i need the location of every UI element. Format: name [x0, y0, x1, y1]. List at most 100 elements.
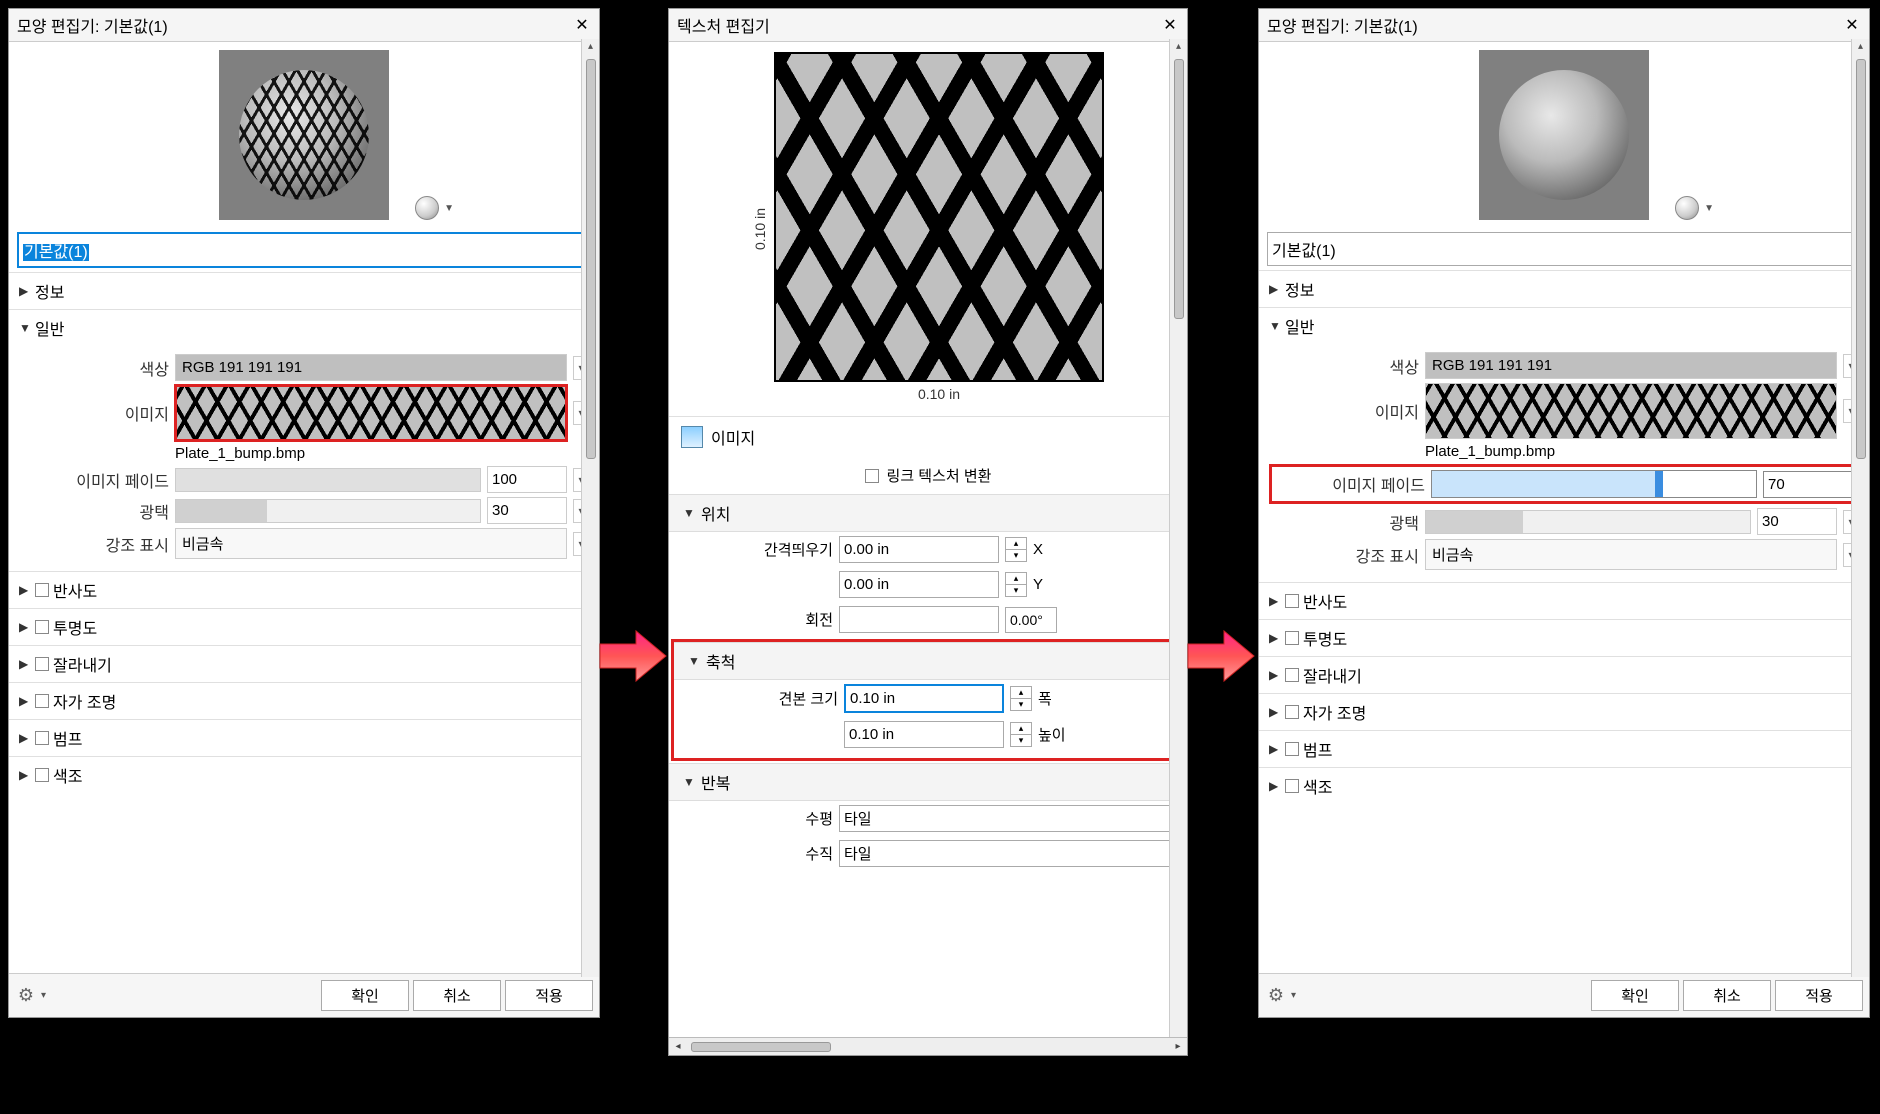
tint-checkbox[interactable] [35, 768, 49, 782]
bump-checkbox[interactable] [35, 731, 49, 745]
section-trans[interactable]: ▶투명도 [1259, 619, 1869, 656]
height-suffix: 높이 [1038, 724, 1068, 745]
apply-button[interactable]: 적용 [1775, 980, 1863, 1011]
section-cut[interactable]: ▶잘라내기 [1259, 656, 1869, 693]
scroll-right-icon[interactable]: ▸ [1169, 1041, 1187, 1052]
cut-checkbox[interactable] [35, 657, 49, 671]
vertical-select[interactable] [839, 840, 1173, 867]
cut-checkbox[interactable] [1285, 668, 1299, 682]
self-checkbox[interactable] [35, 694, 49, 708]
vertical-scrollbar[interactable]: ▴ [581, 39, 599, 977]
collapse-icon: ▼ [19, 321, 31, 335]
section-info[interactable]: ▶정보 [9, 272, 599, 309]
fade-slider-handle[interactable] [1655, 471, 1663, 497]
image-label: 이미지 [19, 401, 169, 425]
horizontal-select[interactable] [839, 805, 1173, 832]
scroll-left-icon[interactable]: ◂ [669, 1041, 687, 1052]
color-value[interactable]: RGB 191 191 191 [1425, 352, 1837, 379]
material-preview-sphere [239, 70, 369, 200]
sample-height-input[interactable] [844, 721, 1004, 748]
section-reflect[interactable]: ▶반사도 [1259, 582, 1869, 619]
section-self[interactable]: ▶자가 조명 [1259, 693, 1869, 730]
section-tint[interactable]: ▶색조 [1259, 767, 1869, 804]
scale-group-highlight: ▼축척 견본 크기 ▴▾ 폭 ▴▾ 높이 [671, 639, 1185, 761]
preview-shape-dropdown[interactable] [1675, 196, 1699, 220]
section-bump[interactable]: ▶범프 [9, 719, 599, 756]
highlight-select[interactable]: 비금속 [1425, 539, 1837, 570]
highlight-select[interactable]: 비금속 [175, 528, 567, 559]
fade-value[interactable]: 100 [487, 466, 567, 493]
ok-button[interactable]: 확인 [321, 980, 409, 1011]
reflect-checkbox[interactable] [35, 583, 49, 597]
sample-height-stepper[interactable]: ▴▾ [1010, 722, 1032, 747]
gloss-slider[interactable] [175, 499, 481, 523]
gloss-slider[interactable] [1425, 510, 1751, 534]
section-bump[interactable]: ▶범프 [1259, 730, 1869, 767]
fade-slider[interactable] [1431, 470, 1757, 498]
color-value[interactable]: RGB 191 191 191 [175, 354, 567, 381]
image-swatch[interactable] [1425, 383, 1837, 439]
sample-size-label: 견본 크기 [688, 688, 838, 709]
collapse-icon: ▼ [683, 775, 695, 789]
section-info[interactable]: ▶정보 [1259, 270, 1869, 307]
gloss-value[interactable]: 30 [487, 497, 567, 524]
scroll-up-icon[interactable]: ▴ [1176, 39, 1181, 55]
scroll-up-icon[interactable]: ▴ [1858, 39, 1863, 55]
scroll-up-icon[interactable]: ▴ [588, 39, 593, 55]
scale-header[interactable]: ▼축척 [674, 642, 1182, 680]
offset-x-stepper[interactable]: ▴▾ [1005, 537, 1027, 562]
link-texture-checkbox[interactable] [865, 469, 879, 483]
gear-dropdown-icon[interactable]: ▾ [1291, 990, 1296, 1001]
cancel-button[interactable]: 취소 [1683, 980, 1771, 1011]
trans-checkbox[interactable] [35, 620, 49, 634]
chevron-down-icon[interactable]: ▼ [444, 203, 454, 214]
gear-icon[interactable]: ⚙ [1265, 985, 1287, 1007]
section-reflect[interactable]: ▶반사도 [9, 571, 599, 608]
collapse-icon: ▼ [688, 654, 700, 668]
section-trans[interactable]: ▶투명도 [9, 608, 599, 645]
close-icon[interactable]: ✕ [1843, 16, 1861, 34]
vertical-scrollbar[interactable]: ▴ [1851, 39, 1869, 977]
image-swatch[interactable] [175, 385, 567, 441]
texture-preview[interactable] [774, 52, 1104, 382]
material-name-input[interactable]: 기본값(1) [1267, 232, 1861, 266]
chevron-down-icon[interactable]: ▼ [1704, 203, 1714, 214]
bump-checkbox[interactable] [1285, 742, 1299, 756]
width-suffix: 폭 [1038, 688, 1068, 709]
section-self[interactable]: ▶자가 조명 [9, 682, 599, 719]
position-header[interactable]: ▼위치 [669, 494, 1187, 532]
rotation-input[interactable] [839, 606, 999, 633]
preview-shape-dropdown[interactable] [415, 196, 439, 220]
cancel-button[interactable]: 취소 [413, 980, 501, 1011]
repeat-header[interactable]: ▼반복 [669, 763, 1187, 801]
close-icon[interactable]: ✕ [573, 16, 591, 34]
horizontal-scrollbar[interactable]: ◂ ▸ [669, 1037, 1187, 1055]
vertical-scrollbar[interactable]: ▴ [1169, 39, 1187, 1037]
reflect-checkbox[interactable] [1285, 594, 1299, 608]
image-section-header: 이미지 [669, 416, 1187, 457]
gear-dropdown-icon[interactable]: ▾ [41, 990, 46, 1001]
offset-x-input[interactable] [839, 536, 999, 563]
trans-checkbox[interactable] [1285, 631, 1299, 645]
material-name-input[interactable]: 기본값(1) [17, 232, 591, 268]
offset-y-input[interactable] [839, 571, 999, 598]
self-checkbox[interactable] [1285, 705, 1299, 719]
gloss-value[interactable]: 30 [1757, 508, 1837, 535]
tint-checkbox[interactable] [1285, 779, 1299, 793]
material-preview-sphere [1499, 70, 1629, 200]
sample-width-input[interactable] [844, 684, 1004, 713]
ok-button[interactable]: 확인 [1591, 980, 1679, 1011]
offset-y-stepper[interactable]: ▴▾ [1005, 572, 1027, 597]
gear-icon[interactable]: ⚙ [15, 985, 37, 1007]
apply-button[interactable]: 적용 [505, 980, 593, 1011]
expand-icon: ▶ [1269, 282, 1281, 296]
section-tint[interactable]: ▶색조 [9, 756, 599, 793]
section-general[interactable]: ▼일반 [9, 309, 599, 346]
fade-label: 이미지 페이드 [1275, 472, 1425, 496]
sample-width-stepper[interactable]: ▴▾ [1010, 686, 1032, 711]
fade-slider[interactable] [175, 468, 481, 492]
fade-value[interactable]: 70 [1763, 471, 1853, 498]
section-general[interactable]: ▼일반 [1259, 307, 1869, 344]
section-cut[interactable]: ▶잘라내기 [9, 645, 599, 682]
close-icon[interactable]: ✕ [1161, 16, 1179, 34]
